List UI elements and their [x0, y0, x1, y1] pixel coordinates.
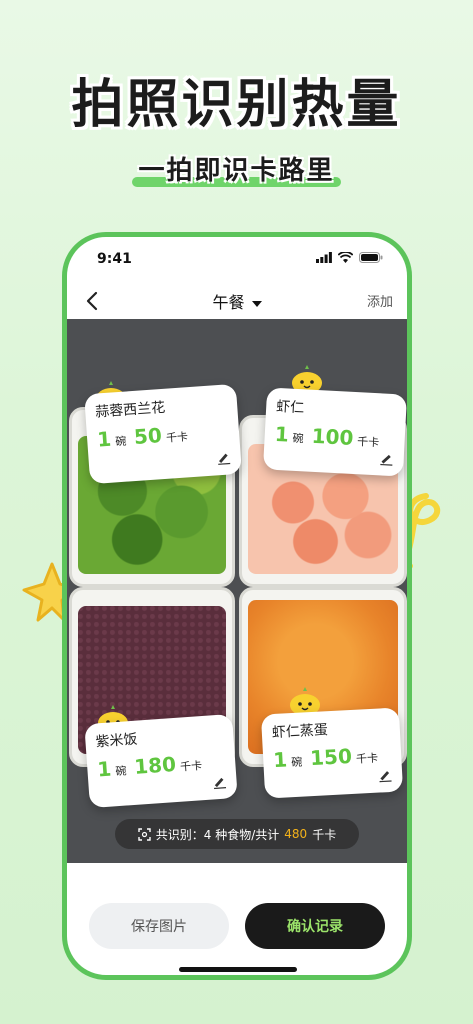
status-time: 9:41: [97, 251, 132, 267]
food-unit: 碗: [115, 764, 127, 779]
summary-prefix: 共识别：4 种食物/共计: [155, 827, 280, 842]
food-unit: 碗: [292, 431, 304, 446]
food-kcal-unit: 千卡: [355, 751, 379, 766]
food-unit: 碗: [291, 755, 303, 770]
edit-icon[interactable]: [212, 774, 227, 790]
meal-selector[interactable]: 午餐: [67, 289, 407, 313]
food-name: 蒜蓉西兰花: [94, 399, 166, 421]
food-qty: 1: [96, 426, 112, 452]
battery-icon: [359, 252, 383, 263]
food-name: 虾仁蒸蛋: [271, 722, 329, 742]
nav-bar: 午餐 添加: [67, 281, 407, 319]
food-card[interactable]: 蒜蓉西兰花 1 碗 50 千卡: [84, 383, 242, 485]
food-qty: 1: [272, 747, 288, 773]
scan-icon: [138, 827, 151, 841]
promo-headline: 拍照识别热量: [71, 75, 402, 135]
food-kcal: 150: [309, 743, 353, 771]
food-kcal: 50: [133, 423, 163, 449]
food-name: 虾仁: [275, 398, 305, 417]
food-kcal-unit: 千卡: [179, 759, 203, 774]
food-qty: 1: [274, 421, 290, 447]
confirm-record-button[interactable]: 确认记录: [245, 903, 385, 949]
nav-title: 午餐: [212, 293, 245, 312]
food-kcal: 180: [133, 751, 177, 779]
promo-subline: 一拍即识卡路里: [132, 150, 341, 187]
add-button[interactable]: 添加: [367, 291, 393, 310]
food-kcal: 100: [311, 423, 355, 450]
phone-frame: 9:41 午餐 添加 蒜蓉西兰花 1 碗 50 千卡 虾仁 1 碗 100 千卡…: [62, 232, 412, 980]
food-kcal-unit: 千卡: [165, 430, 189, 445]
edit-icon[interactable]: [379, 451, 394, 466]
recognition-summary: 共识别：4 种食物/共计 480 千卡: [115, 819, 359, 849]
food-unit: 碗: [114, 434, 127, 449]
save-image-button[interactable]: 保存图片: [89, 903, 229, 949]
home-indicator: [179, 967, 297, 972]
edit-icon[interactable]: [378, 768, 393, 783]
food-photo: 蒜蓉西兰花 1 碗 50 千卡 虾仁 1 碗 100 千卡 紫米饭 1 碗 18…: [67, 319, 407, 863]
food-kcal-unit: 千卡: [356, 435, 380, 450]
caret-down-icon: [251, 301, 262, 307]
food-card[interactable]: 虾仁 1 碗 100 千卡: [262, 387, 407, 477]
food-card[interactable]: 虾仁蒸蛋 1 碗 150 千卡: [260, 707, 404, 799]
food-qty: 1: [96, 756, 113, 782]
status-bar: 9:41: [67, 237, 407, 281]
signal-icon: [316, 252, 332, 263]
summary-suffix: 千卡: [312, 827, 337, 842]
summary-total: 480: [284, 827, 308, 841]
food-name: 紫米饭: [94, 731, 139, 751]
wifi-icon: [338, 252, 353, 263]
edit-icon[interactable]: [216, 450, 231, 465]
food-card[interactable]: 紫米饭 1 碗 180 千卡: [84, 713, 238, 809]
